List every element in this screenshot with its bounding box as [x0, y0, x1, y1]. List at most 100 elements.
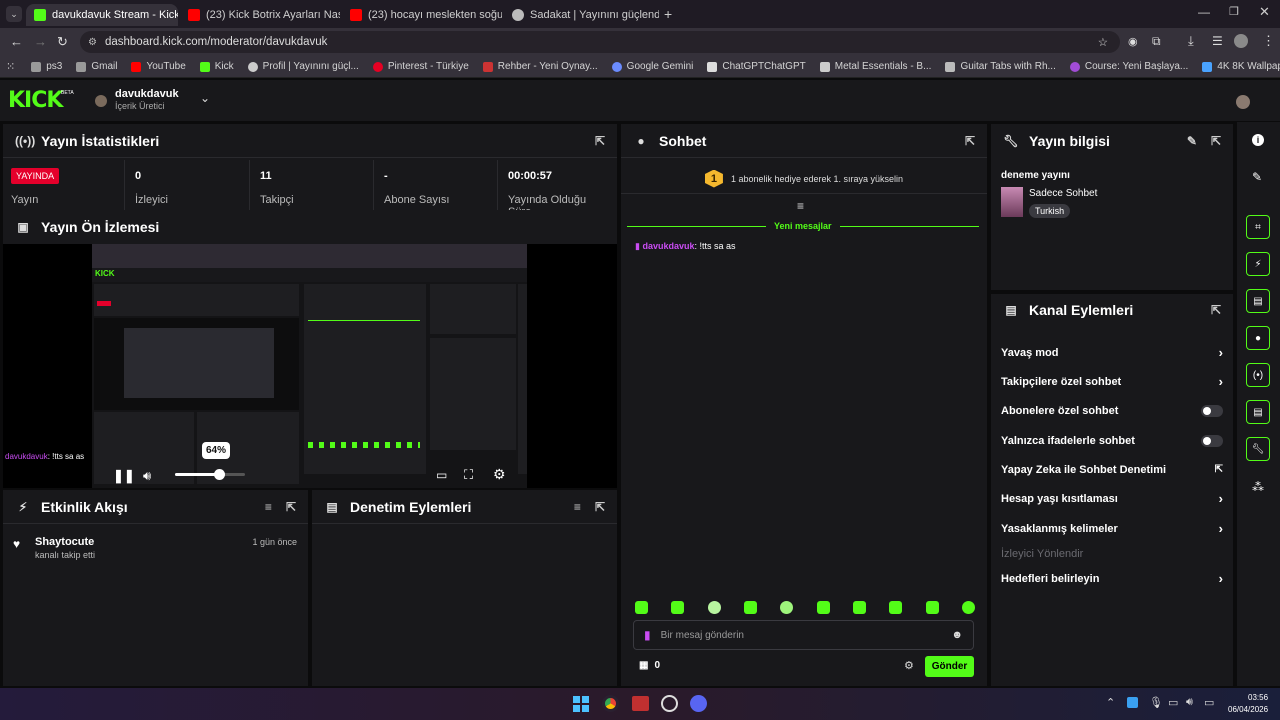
user-avatar[interactable] — [1236, 95, 1250, 109]
action-ai-moderation[interactable]: Yapay Zeka ile Sohbet Denetimi ⇱ — [1001, 455, 1223, 484]
reload-icon[interactable]: ↻ — [57, 34, 68, 50]
activity-name[interactable]: Shaytocute — [35, 536, 94, 548]
points-area[interactable]: ▦ 0 — [639, 660, 660, 671]
bookmark-item[interactable]: Pinterest - Türkiye — [372, 61, 469, 72]
fullscreen-icon[interactable]: ⛶ — [464, 467, 473, 483]
avatar[interactable] — [95, 95, 107, 107]
chrome-taskbar-icon[interactable] — [602, 695, 619, 712]
app-taskbar-icon[interactable] — [632, 696, 649, 711]
action-followers-only[interactable]: Takipçilere özel sohbet › — [1001, 367, 1223, 396]
gift-promo-banner[interactable]: 1 1 abonelik hediye ederek 1. sıraya yük… — [621, 164, 987, 194]
kick-logo[interactable]: KICK — [8, 88, 63, 113]
emote-icon[interactable] — [961, 601, 975, 614]
channel-switch-chevron-icon[interactable]: ⌄ — [200, 91, 210, 105]
close-window-button[interactable]: ✕ — [1259, 4, 1270, 20]
settings-gear-icon[interactable]: ⚙ — [493, 466, 506, 483]
emoji-icon[interactable]: ☻ — [951, 629, 963, 641]
start-icon[interactable] — [573, 696, 589, 712]
bookmark-item[interactable]: Gmail — [76, 61, 117, 72]
theater-mode-icon[interactable]: ▭ — [436, 468, 447, 482]
emote-icon[interactable] — [707, 601, 721, 614]
action-slow-mode[interactable]: Yavaş mod › — [1001, 338, 1223, 367]
channel-username[interactable]: davukdavuk — [115, 88, 179, 100]
filter-icon[interactable]: ≡ — [265, 500, 272, 514]
tray-app-icon[interactable] — [1127, 697, 1138, 708]
emote-icon[interactable] — [889, 601, 903, 614]
chat-settings-gear-icon[interactable]: ⚙ — [904, 659, 914, 672]
popout-icon[interactable]: ⇱ — [1211, 134, 1221, 148]
download-icon[interactable]: ⤓ — [1188, 33, 1194, 49]
popout-icon[interactable]: ⇱ — [965, 134, 975, 148]
chat-input[interactable]: ▮ Bir mesaj gönderin ☻ — [633, 620, 974, 650]
browser-tab-youtube-1[interactable]: (23) Kick Botrix Ayarları Nasıl Ya × — [180, 4, 340, 26]
maximize-button[interactable]: ❐ — [1229, 5, 1239, 18]
emote-icon[interactable] — [852, 601, 866, 614]
apps-icon[interactable]: ⁙ — [6, 60, 15, 73]
sidebar-chat-button[interactable]: ● — [1246, 326, 1270, 350]
bookmark-star-icon[interactable]: ☆ — [1098, 35, 1108, 49]
bookmark-item[interactable]: Rehber - Yeni Oynay... — [482, 61, 598, 72]
category-name[interactable]: Sadece Sohbet — [1029, 188, 1097, 199]
bookmark-item[interactable]: YouTube — [131, 61, 186, 72]
bookmark-item[interactable]: ps3 — [31, 61, 62, 72]
pause-button[interactable]: ❚❚ — [113, 468, 135, 484]
menu-icon[interactable]: ⋮ — [1262, 33, 1275, 49]
site-info-icon[interactable]: ⚙ — [88, 37, 97, 48]
browser-tab-sadakat[interactable]: Sadakat | Yayınını güçlendirme × — [504, 4, 659, 26]
reading-list-icon[interactable]: ☰ — [1212, 34, 1223, 48]
bookmark-item[interactable]: 4K 8K Wallpaper Ba... — [1202, 61, 1280, 72]
sidebar-info-button[interactable]: 🔧︎ — [1246, 437, 1270, 461]
tray-display-icon[interactable]: ▭ — [1168, 696, 1178, 709]
tray-volume-icon[interactable]: 🔊︎ — [1186, 696, 1193, 709]
bookmark-item[interactable]: Course: Yeni Başlaya... — [1069, 61, 1188, 72]
obs-taskbar-icon[interactable] — [661, 695, 678, 712]
new-tab-button[interactable]: + — [664, 6, 672, 22]
popout-icon[interactable]: ⇱ — [1211, 303, 1221, 317]
bookmark-item[interactable]: Metal Essentials - B... — [819, 61, 931, 72]
subscribers-only-toggle[interactable] — [1201, 404, 1223, 417]
bookmark-item[interactable]: Google Gemini — [611, 61, 693, 72]
emote-icon[interactable] — [780, 601, 794, 614]
tray-battery-icon[interactable]: ▭ — [1204, 696, 1214, 709]
send-button[interactable]: Gönder — [925, 656, 974, 677]
profile-avatar[interactable] — [1234, 34, 1248, 48]
sidebar-preview-button[interactable]: ⌗ — [1246, 215, 1270, 239]
emote-icon[interactable] — [925, 601, 939, 614]
discord-taskbar-icon[interactable] — [690, 695, 707, 712]
emote-icon[interactable] — [635, 601, 648, 614]
popout-icon[interactable]: ⇱ — [595, 134, 605, 148]
url-field[interactable]: ⚙ dashboard.kick.com/moderator/davukdavu… — [80, 31, 1120, 53]
sidebar-moderation-button[interactable]: ▤ — [1246, 289, 1270, 313]
chat-message-user[interactable]: davukdavuk — [642, 241, 694, 251]
action-subscribers-only[interactable]: Abonelere özel sohbet — [1001, 396, 1223, 425]
category-thumbnail[interactable] — [1001, 187, 1023, 217]
clock-date[interactable]: 06/04/2026 — [1228, 705, 1268, 714]
bookmark-item[interactable]: Profil | Yayınını güçl... — [247, 61, 359, 72]
sidebar-stats-button[interactable]: (•) — [1246, 363, 1270, 387]
back-icon[interactable]: ← — [10, 34, 23, 49]
bookmark-item[interactable]: Kick — [199, 61, 234, 72]
sidebar-activity-button[interactable]: ⚡︎ — [1246, 252, 1270, 276]
bookmark-item[interactable]: ChatGPTChatGPT — [707, 61, 806, 72]
volume-slider[interactable] — [175, 469, 245, 480]
emote-icon[interactable] — [743, 601, 757, 614]
minimize-button[interactable]: — — [1198, 5, 1210, 19]
sidebar-actions-button[interactable]: ▤ — [1246, 400, 1270, 424]
tray-chevron-icon[interactable]: ⌃ — [1106, 696, 1115, 709]
popout-icon[interactable]: ⇱ — [595, 500, 605, 514]
emotes-only-toggle[interactable] — [1201, 434, 1223, 447]
bookmark-item[interactable]: Guitar Tabs with Rh... — [945, 61, 1056, 72]
browser-tab-youtube-2[interactable]: (23) hocayı meslekten soğuttuk × — [342, 4, 502, 26]
collapse-icon[interactable]: ≡ — [797, 199, 804, 213]
browser-tab-kick[interactable]: davukdavuk Stream - Kick D × — [26, 4, 178, 26]
emote-icon[interactable] — [671, 601, 685, 614]
pencil-icon[interactable]: ✎ — [1252, 170, 1262, 184]
action-account-age[interactable]: Hesap yaşı kısıtlaması › — [1001, 484, 1223, 513]
edit-icon[interactable]: ✎ — [1187, 134, 1197, 148]
volume-slider-handle[interactable] — [214, 469, 225, 480]
stream-video[interactable]: KICK davukdavuk: !tts sa as ❚❚ 🔊︎ 64% ▭ — [3, 244, 617, 488]
tray-mic-icon[interactable]: 🎙︎ — [1149, 696, 1163, 709]
filter-icon[interactable]: ≡ — [574, 500, 581, 514]
widgets-icon[interactable]: ⁂ — [1252, 480, 1264, 494]
puzzle-icon[interactable]: ⧉ — [1152, 34, 1161, 49]
